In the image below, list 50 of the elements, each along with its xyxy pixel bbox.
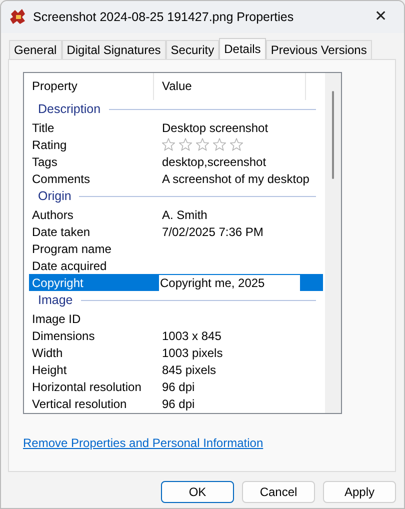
rating-star-icon[interactable] (179, 138, 192, 151)
property-value: Desktop screenshot (161, 120, 268, 136)
tab[interactable]: Details (219, 38, 266, 59)
tab[interactable]: Previous Versions (266, 40, 372, 59)
property-name: Authors (31, 206, 74, 224)
property-value: 7/02/2025 7:36 PM (161, 224, 264, 240)
property-value: 1003 pixels (161, 344, 223, 362)
property-name: Copyright (31, 274, 84, 292)
property-name: Height (31, 362, 68, 378)
column-header[interactable]: Value (154, 73, 306, 100)
property-value: 96 dpi (161, 378, 195, 396)
tab[interactable]: Digital Signatures (62, 40, 166, 59)
property-name: Rating (31, 136, 68, 154)
scrollbar[interactable] (325, 73, 341, 413)
rating-star-icon[interactable] (196, 138, 209, 151)
property-value: 1003 x 845 (161, 328, 222, 344)
rating-star-icon[interactable] (162, 138, 175, 151)
property-name: Comments (31, 170, 92, 188)
property-name: Dimensions (31, 328, 96, 344)
dialog-button[interactable]: OK (161, 481, 234, 503)
property-name: Image ID (31, 310, 82, 328)
group-heading: Image (38, 292, 73, 310)
rating-star-icon[interactable] (213, 138, 226, 151)
rating-star-icon[interactable] (230, 138, 243, 151)
remove-properties-link[interactable]: Remove Properties and Personal Information (23, 434, 264, 452)
group-heading: Origin (38, 188, 72, 206)
window-title: Screenshot 2024-08-25 191427.png Properties (33, 8, 294, 26)
property-name: Program name (31, 240, 112, 258)
property-name: Date acquired (31, 258, 108, 274)
dialog-button[interactable]: Apply (323, 481, 396, 503)
property-value: 96 dpi (161, 396, 195, 412)
property-value: A screenshot of my desktop (161, 170, 310, 188)
property-name: Vertical resolution (31, 396, 128, 412)
property-value: A. Smith (161, 206, 208, 224)
property-name: Date taken (31, 224, 92, 240)
property-name: Horizontal resolution (31, 378, 142, 396)
tab[interactable]: Security (166, 40, 220, 59)
property-value: 845 pixels (161, 362, 216, 378)
property-value: desktop,screenshot (161, 154, 266, 170)
column-header[interactable]: Property (24, 73, 154, 100)
dialog-button[interactable]: Cancel (242, 481, 315, 503)
group-heading: Description (38, 101, 101, 118)
property-name: Tags (31, 154, 58, 170)
app-icon (9, 8, 27, 26)
close-button[interactable]: ✕ (358, 1, 404, 33)
property-name: Title (31, 120, 56, 136)
tab[interactable]: General (9, 40, 62, 59)
value-field[interactable]: Copyright me, 2025 (159, 274, 303, 290)
selected-row-highlight[interactable]: Copyright Copyright me, 2025 (29, 274, 323, 291)
property-name: Width (31, 344, 64, 362)
